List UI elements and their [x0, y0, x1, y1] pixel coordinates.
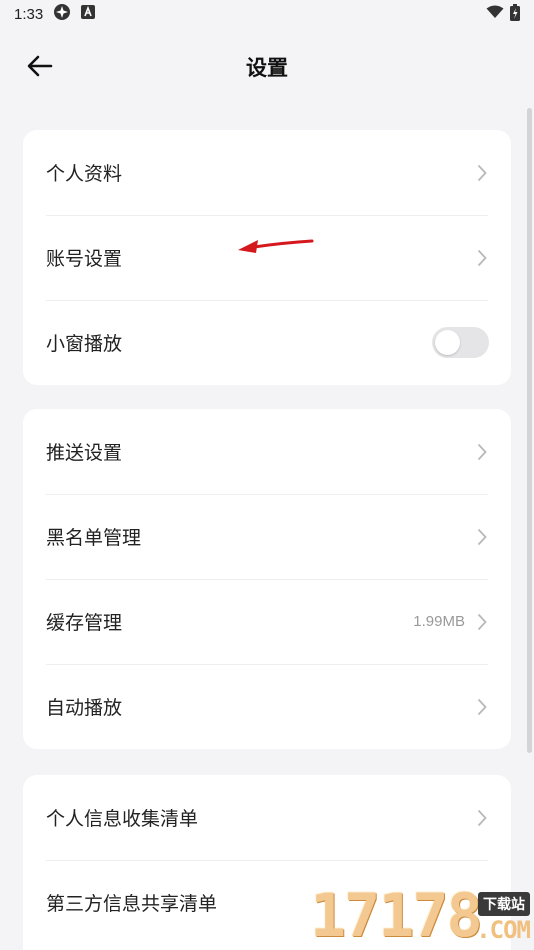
- row-label: 自动播放: [46, 697, 123, 719]
- chevron-right-icon: [475, 697, 489, 717]
- row-label: 个人资料: [46, 163, 123, 185]
- cache-size: 1.99MB: [413, 613, 465, 630]
- row-blacklist[interactable]: 黑名单管理: [23, 494, 511, 579]
- battery-icon: [510, 3, 520, 25]
- status-right: [486, 3, 520, 25]
- chevron-right-icon: [475, 163, 489, 183]
- watermark-suffix: .COM: [476, 916, 531, 944]
- wifi-icon: [486, 5, 504, 23]
- page-title: 设置: [246, 56, 288, 80]
- chevron-right-icon: [475, 808, 489, 828]
- row-label: 黑名单管理: [46, 527, 142, 549]
- watermark-badge: 下载站: [478, 892, 530, 916]
- row-label: 缓存管理: [46, 612, 123, 634]
- scrollbar[interactable]: [527, 108, 532, 753]
- chevron-right-icon: [475, 527, 489, 547]
- row-cache[interactable]: 缓存管理 1.99MB: [23, 579, 511, 664]
- nav-bar: 设置: [0, 36, 534, 98]
- row-personal-info-list[interactable]: 个人信息收集清单: [23, 775, 511, 860]
- row-push-settings[interactable]: 推送设置: [23, 409, 511, 494]
- row-profile[interactable]: 个人资料: [23, 130, 511, 215]
- row-autoplay[interactable]: 自动播放: [23, 664, 511, 749]
- red-arrow-icon: [236, 234, 316, 260]
- row-label: 个人信息收集清单: [46, 808, 199, 830]
- chevron-right-icon: [475, 248, 489, 268]
- status-time: 1:33: [14, 5, 44, 23]
- chevron-right-icon: [475, 612, 489, 632]
- back-button[interactable]: [22, 50, 58, 86]
- toggle-knob: [435, 330, 460, 355]
- settings-card-general: 推送设置 黑名单管理 缓存管理 1.99MB 自动播放: [23, 409, 511, 749]
- mini-window-toggle[interactable]: [432, 327, 489, 358]
- row-label: 第三方信息共享清单: [46, 893, 218, 915]
- watermark-digits: 17178: [310, 881, 483, 950]
- status-left: 1:33: [14, 3, 96, 25]
- back-arrow-icon: [27, 55, 53, 81]
- row-label: 账号设置: [46, 248, 123, 270]
- watermark-logo: 17178 下载站 .COM: [310, 884, 532, 948]
- chevron-right-icon: [475, 442, 489, 462]
- status-bar: 1:33: [0, 0, 534, 28]
- a-badge-icon: [81, 5, 96, 23]
- row-mini-window-play: 小窗播放: [23, 300, 511, 385]
- settings-app-icon: [53, 3, 71, 25]
- row-label: 小窗播放: [46, 333, 123, 355]
- row-label: 推送设置: [46, 442, 123, 464]
